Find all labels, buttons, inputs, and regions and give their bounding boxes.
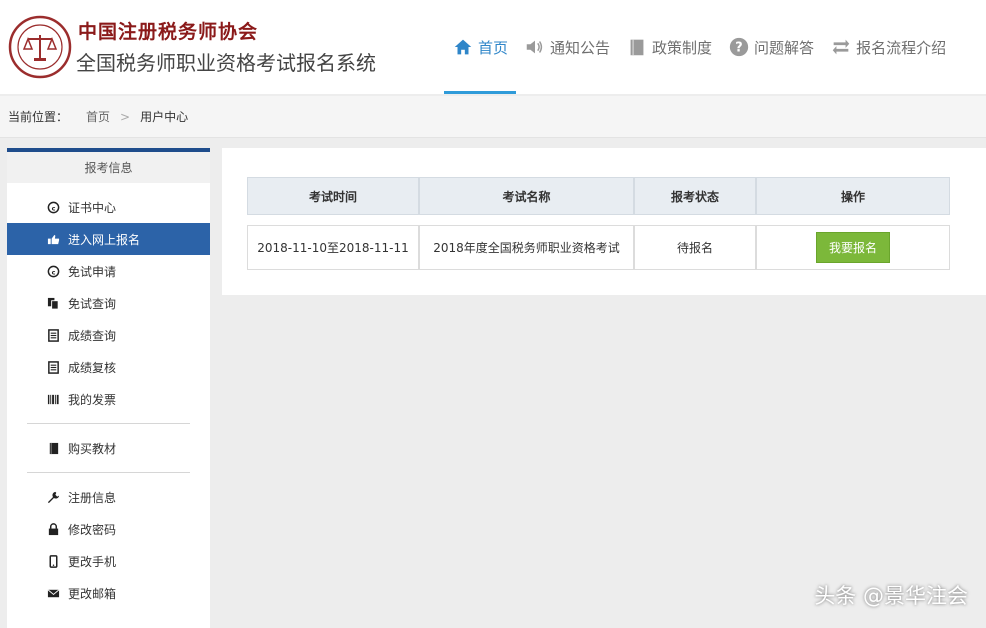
wrench-icon — [47, 491, 60, 503]
nav-policy-label: 政策制度 — [652, 38, 713, 57]
sidebar-item-label: 证书中心 — [68, 200, 117, 215]
sidebar-item-label: 更改邮箱 — [68, 586, 117, 601]
register-button[interactable]: 我要报名 — [815, 232, 890, 263]
nav-policy[interactable]: 政策制度 — [618, 0, 720, 94]
sidebar-item-label: 成绩查询 — [68, 328, 117, 343]
svg-text:c: c — [52, 204, 56, 212]
nav-home-label: 首页 — [478, 38, 509, 57]
files-icon — [47, 297, 59, 310]
exam-status-cell: 待报名 — [634, 225, 756, 270]
nav-notices-label: 通知公告 — [550, 38, 611, 57]
sidebar-item-label: 我的发票 — [68, 392, 117, 407]
mobile-icon — [49, 554, 58, 568]
nav-faq[interactable]: ? 问题解答 — [720, 0, 822, 94]
main-nav: 首页 通知公告 政策制度 ? 问题解答 报名流程介绍 — [444, 0, 954, 94]
table-row: 2018-11-10至2018-11-11 2018年度全国税务师职业资格考试 … — [247, 225, 950, 270]
question-icon: ? — [729, 37, 749, 57]
list-icon — [48, 328, 59, 342]
sidebar-item-label: 免试查询 — [68, 296, 117, 311]
sidebar-item-change-email[interactable]: 更改邮箱 — [7, 577, 210, 609]
sidebar-item-label: 更改手机 — [68, 554, 117, 569]
column-header-name: 考试名称 — [419, 177, 634, 215]
book-icon — [630, 39, 644, 56]
sidebar-item-change-password[interactable]: 修改密码 — [7, 513, 210, 545]
nav-home[interactable]: 首页 — [444, 0, 517, 94]
exam-name-cell: 2018年度全国税务师职业资格考试 — [419, 225, 634, 270]
association-logo[interactable] — [8, 15, 72, 79]
column-header-status: 报考状态 — [634, 177, 756, 215]
sidebar-item-label: 免试申请 — [68, 264, 117, 279]
exam-table: 考试时间 考试名称 报考状态 操作 2018-11-10至2018-11-11 … — [247, 177, 950, 270]
sidebar-item-label: 成绩复核 — [68, 360, 117, 375]
table-header-row: 考试时间 考试名称 报考状态 操作 — [247, 177, 950, 215]
sidebar-item-score-review[interactable]: 成绩复核 — [7, 351, 210, 383]
breadcrumb-home[interactable]: 首页 — [86, 108, 110, 125]
column-header-time: 考试时间 — [247, 177, 419, 215]
exam-action-cell: 我要报名 — [756, 225, 950, 270]
svg-text:?: ? — [735, 41, 742, 56]
sidebar-item-exemption-query[interactable]: 免试查询 — [7, 287, 210, 319]
sidebar-item-exemption-apply[interactable]: c 免试申请 — [7, 255, 210, 287]
barcode-icon — [47, 394, 59, 404]
sidebar-item-label: 修改密码 — [68, 522, 117, 537]
sidebar-divider — [27, 472, 190, 473]
site-title: 全国税务师职业资格考试报名系统 — [76, 51, 376, 75]
column-header-action: 操作 — [756, 177, 950, 215]
nav-process-label: 报名流程介绍 — [856, 38, 947, 57]
nav-faq-label: 问题解答 — [754, 38, 815, 57]
hand-pointer-icon — [47, 234, 60, 244]
logo-text: 中国注册税务师协会 — [78, 21, 259, 43]
breadcrumb-separator: > — [120, 109, 131, 124]
breadcrumb-current: 用户中心 — [140, 110, 189, 124]
sidebar-item-buy-books[interactable]: 购买教材 — [7, 432, 210, 464]
home-icon — [454, 39, 472, 55]
envelope-icon — [47, 588, 60, 597]
sidebar-item-label: 注册信息 — [68, 490, 117, 505]
certificate-icon: c — [47, 201, 60, 213]
sidebar-divider — [27, 423, 190, 424]
sidebar-item-change-phone[interactable]: 更改手机 — [7, 545, 210, 577]
breadcrumb-label: 当前位置： — [8, 110, 69, 124]
watermark: 头条 @景华注会 — [814, 584, 968, 608]
flow-icon — [832, 39, 850, 55]
sidebar-title: 报考信息 — [7, 148, 210, 183]
list-icon — [48, 360, 59, 374]
table-spacer — [247, 215, 950, 225]
header: 中国注册税务师协会 全国税务师职业资格考试报名系统 首页 通知公告 政策制度 ?… — [0, 0, 986, 94]
sidebar-item-online-registration[interactable]: 进入网上报名 — [7, 223, 210, 255]
nav-process[interactable]: 报名流程介绍 — [822, 0, 954, 94]
lock-icon — [48, 522, 59, 535]
copyright-icon: c — [47, 265, 60, 277]
sidebar: 报考信息 c 证书中心 进入网上报名 c 免试申请 免试查询 成绩查询 成绩复核… — [7, 148, 210, 628]
exam-time-cell: 2018-11-10至2018-11-11 — [247, 225, 419, 270]
sidebar-item-registration-info[interactable]: 注册信息 — [7, 481, 210, 513]
breadcrumb: 当前位置： 首页 > 用户中心 — [0, 96, 986, 138]
svg-text:c: c — [52, 268, 56, 276]
nav-notices[interactable]: 通知公告 — [516, 0, 618, 94]
book-icon — [49, 442, 59, 454]
sidebar-item-label: 进入网上报名 — [68, 232, 141, 247]
sidebar-item-certificate[interactable]: c 证书中心 — [7, 191, 210, 223]
content-panel: 考试时间 考试名称 报考状态 操作 2018-11-10至2018-11-11 … — [222, 148, 986, 295]
sidebar-item-score-query[interactable]: 成绩查询 — [7, 319, 210, 351]
speaker-icon — [526, 40, 543, 54]
sidebar-item-invoice[interactable]: 我的发票 — [7, 383, 210, 415]
sidebar-item-label: 购买教材 — [68, 441, 117, 456]
